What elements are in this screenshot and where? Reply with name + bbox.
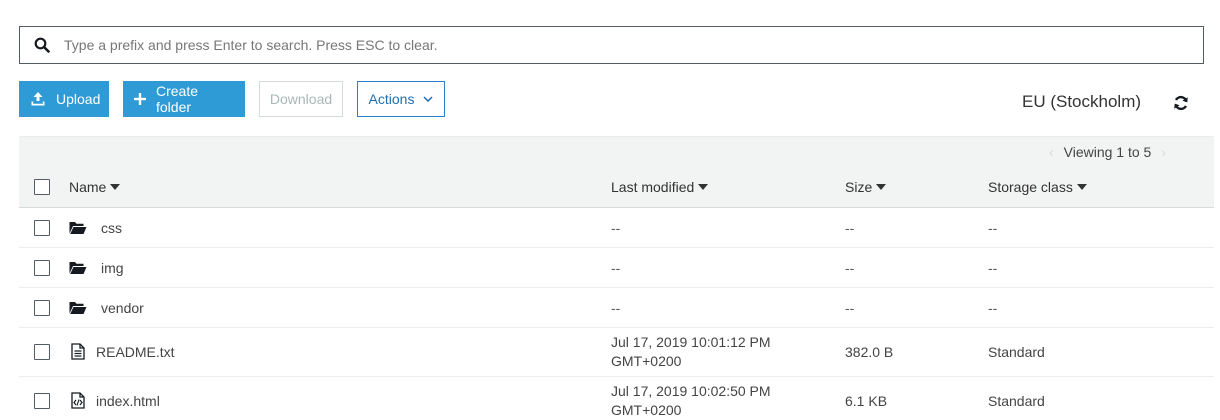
folder-icon (69, 221, 87, 235)
region-label: EU (Stockholm) (1022, 92, 1142, 111)
search-icon (20, 27, 64, 63)
size-value: -- (845, 260, 855, 276)
upload-button[interactable]: Upload (19, 81, 109, 117)
plus-icon (134, 93, 146, 105)
storage-class-value: Standard (988, 344, 1045, 360)
table-row[interactable]: index.html Jul 17, 2019 10:02:50 PM GMT+… (19, 377, 1214, 420)
storage-class-value: -- (988, 260, 998, 276)
download-label: Download (269, 91, 333, 107)
search-bar[interactable] (19, 26, 1204, 64)
toolbar: Upload Create folder Download Actions (19, 81, 445, 117)
code-file-icon (71, 392, 85, 409)
row-checkbox[interactable] (34, 300, 50, 316)
row-checkbox[interactable] (34, 344, 50, 360)
select-all-checkbox[interactable] (34, 179, 50, 195)
upload-icon (30, 91, 46, 107)
create-folder-label: Create folder (156, 83, 199, 115)
last-modified-value: -- (611, 300, 621, 316)
storage-class-value: -- (988, 220, 998, 236)
objects-table: Name Last modified Size Storage class cs… (19, 168, 1214, 420)
table-row[interactable]: README.txt Jul 17, 2019 10:01:12 PM GMT+… (19, 328, 1214, 377)
sort-caret-icon (1076, 184, 1087, 190)
object-name-link[interactable]: README.txt (96, 344, 175, 360)
last-modified-value: -- (611, 220, 621, 236)
text-file-icon (71, 343, 85, 360)
download-button[interactable]: Download (259, 81, 343, 117)
folder-icon (69, 261, 87, 275)
row-checkbox[interactable] (34, 260, 50, 276)
object-name-link[interactable]: img (101, 260, 124, 276)
sort-caret-icon (876, 184, 887, 190)
size-value: 6.1 KB (845, 393, 888, 409)
column-header-last-modified[interactable]: Last modified (611, 179, 709, 195)
sort-caret-icon (698, 184, 709, 190)
column-header-size[interactable]: Size (845, 179, 887, 195)
actions-button[interactable]: Actions (357, 81, 445, 117)
row-checkbox[interactable] (34, 393, 50, 409)
prev-page-icon[interactable]: ‹ (1049, 144, 1054, 160)
sort-caret-icon (110, 184, 121, 190)
folder-icon (69, 301, 87, 315)
pagination: ‹ Viewing 1 to 5 › (1049, 144, 1166, 160)
size-value: -- (845, 300, 855, 316)
table-row[interactable]: css -- -- -- (19, 208, 1214, 248)
actions-label: Actions (368, 91, 415, 107)
pagination-bar: ‹ Viewing 1 to 5 › (19, 136, 1214, 168)
last-modified-value: Jul 17, 2019 10:02:50 PM GMT+0200 (611, 383, 771, 418)
row-checkbox[interactable] (34, 220, 50, 236)
chevron-down-icon (423, 96, 433, 102)
last-modified-value: Jul 17, 2019 10:01:12 PM GMT+0200 (611, 334, 771, 369)
last-modified-value: -- (611, 260, 621, 276)
object-name-link[interactable]: css (101, 220, 122, 236)
column-header-name[interactable]: Name (69, 179, 121, 195)
table-header: Name Last modified Size Storage class (19, 168, 1214, 208)
pagination-label: Viewing 1 to 5 (1063, 144, 1152, 160)
object-name-link[interactable]: index.html (96, 393, 160, 409)
create-folder-button[interactable]: Create folder (123, 81, 245, 117)
search-input[interactable] (64, 30, 1164, 60)
storage-class-value: -- (988, 300, 998, 316)
refresh-icon[interactable] (1172, 94, 1190, 112)
size-value: 382.0 B (845, 344, 894, 360)
upload-label: Upload (56, 91, 101, 107)
table-row[interactable]: vendor -- -- -- (19, 288, 1214, 328)
storage-class-value: Standard (988, 393, 1045, 409)
object-name-link[interactable]: vendor (101, 300, 144, 316)
column-header-storage-class[interactable]: Storage class (988, 179, 1087, 195)
next-page-icon[interactable]: › (1161, 144, 1166, 160)
table-row[interactable]: img -- -- -- (19, 248, 1214, 288)
size-value: -- (845, 220, 855, 236)
